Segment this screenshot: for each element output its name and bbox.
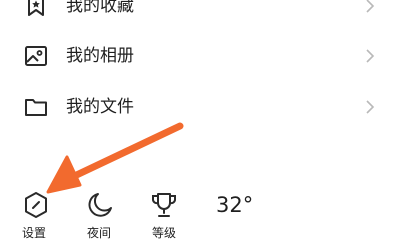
folder-icon (25, 99, 47, 116)
hexagon-settings-icon (25, 192, 47, 218)
night-mode-label: 夜间 (87, 226, 112, 240)
menu-item-label: 我的相册 (66, 46, 134, 66)
level-label: 等级 (152, 226, 177, 240)
menu-item-album[interactable]: 我的相册 (0, 31, 400, 81)
moon-icon (88, 193, 112, 217)
settings-label: 设置 (22, 226, 47, 240)
photo-album-icon (25, 46, 47, 66)
night-mode-button[interactable]: 夜间 (78, 188, 124, 244)
chevron-right-icon (366, 49, 375, 63)
menu-item-label: 我的收藏 (66, 0, 134, 16)
temperature-value: 32° (216, 193, 254, 217)
chevron-right-icon (366, 0, 375, 13)
menu-item-favorites[interactable]: 我的收藏 (0, 0, 400, 31)
menu-item-label: 我的文件 (66, 97, 134, 117)
arrow-shaft (62, 122, 184, 184)
bookmark-icon (28, 0, 44, 16)
settings-button[interactable]: 设置 (14, 188, 60, 244)
menu-item-files[interactable]: 我的文件 (0, 82, 400, 132)
chevron-right-icon (366, 100, 375, 114)
level-button[interactable]: 等级 (142, 188, 188, 244)
trophy-icon (152, 193, 176, 217)
arrow-head (46, 155, 82, 194)
